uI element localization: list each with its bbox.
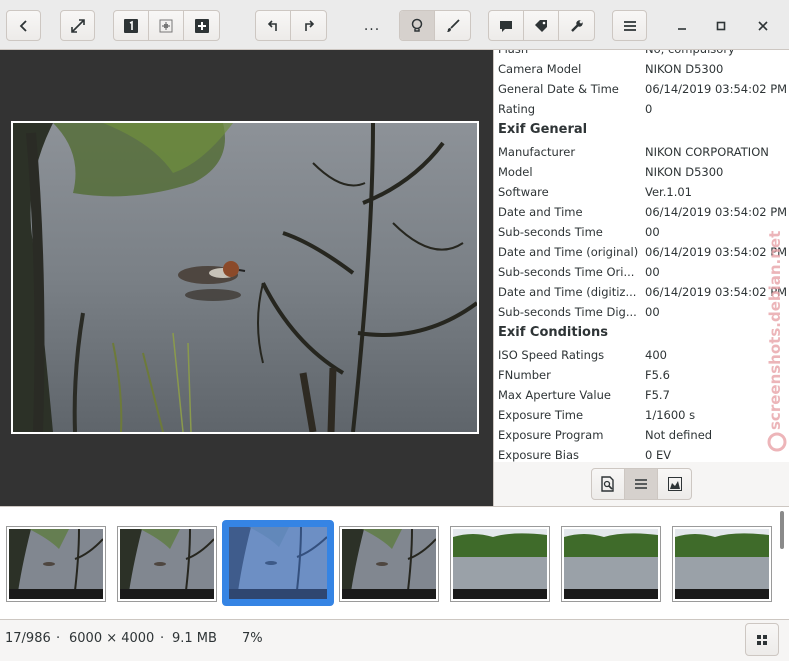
comment-icon	[499, 19, 513, 33]
sidebar-view-group	[591, 468, 692, 500]
menu-button[interactable]	[612, 10, 647, 41]
add-icon	[194, 18, 209, 33]
thumbnail[interactable]	[561, 526, 661, 602]
fullscreen-icon	[70, 18, 86, 34]
back-icon	[17, 19, 31, 33]
document-search-icon	[601, 476, 615, 492]
histogram-view-button[interactable]	[658, 469, 691, 499]
thumbnail[interactable]	[6, 526, 106, 602]
brush-icon	[446, 18, 460, 33]
single-view-button[interactable]	[114, 11, 149, 40]
watermark-logo-icon	[767, 432, 787, 452]
grid-icon	[756, 634, 768, 646]
thumbnail-image	[342, 529, 436, 599]
wrench-button[interactable]	[559, 11, 594, 40]
details-view-button[interactable]	[592, 469, 625, 499]
watermark-text: screenshots.debian.net	[766, 231, 784, 430]
thumbnail[interactable]	[117, 526, 217, 602]
tag-button[interactable]	[524, 11, 559, 40]
image-dimensions: 6000 × 4000	[69, 631, 155, 646]
grid-view-button[interactable]	[745, 623, 779, 656]
file-size: 9.1 MB	[172, 631, 217, 646]
thumbnail-image	[675, 529, 769, 599]
filmstrip-scrollbar[interactable]	[780, 511, 784, 549]
minimize-button[interactable]	[664, 10, 700, 41]
properties-footer	[493, 462, 789, 506]
lightbulb-icon	[410, 18, 424, 34]
status-bar: 17/986 · 6000 × 4000 · 9.1 MB 7%	[0, 620, 789, 661]
list-view-button[interactable]	[625, 469, 658, 499]
tools-group	[488, 10, 595, 41]
thumbnail[interactable]	[339, 526, 439, 602]
lightbulb-button[interactable]	[400, 11, 435, 40]
menu-icon	[623, 20, 637, 32]
back-button[interactable]	[6, 10, 41, 41]
brush-button[interactable]	[435, 11, 470, 40]
more-button[interactable]: ...	[354, 10, 390, 41]
wrench-icon	[570, 19, 584, 33]
thumbnail-image	[453, 529, 547, 599]
compare-button[interactable]	[149, 11, 184, 40]
thumbnail-selected[interactable]	[222, 520, 334, 606]
add-button[interactable]	[184, 11, 219, 40]
maximize-button[interactable]	[703, 10, 739, 41]
separator: ·	[160, 631, 165, 646]
properties-panel[interactable]: FlashNo, compulsory Camera ModelNIKON D5…	[493, 50, 789, 462]
thumbnail-image	[564, 529, 658, 599]
rotate-right-icon	[302, 19, 316, 33]
watermark: screenshots.debian.net	[765, 220, 789, 460]
thumbnail-image	[229, 527, 327, 599]
separator: ·	[56, 631, 61, 646]
thumbnail-image	[9, 529, 103, 599]
edit-group	[399, 10, 471, 41]
rotate-group	[255, 10, 327, 41]
rotate-left-icon	[266, 19, 280, 33]
fullscreen-button[interactable]	[60, 10, 95, 41]
duck-photo-graphic	[13, 123, 477, 432]
rotate-left-button[interactable]	[256, 11, 291, 40]
more-icon: ...	[363, 17, 381, 34]
close-button[interactable]	[745, 10, 781, 41]
section-title-exif-general: Exif General	[498, 122, 588, 137]
tag-icon	[534, 19, 548, 33]
view-mode-group	[113, 10, 220, 41]
minimize-icon	[677, 21, 687, 31]
maximize-icon	[716, 21, 726, 31]
single-view-icon	[124, 18, 138, 33]
thumbnail[interactable]	[450, 526, 550, 602]
main-photo	[11, 121, 479, 434]
comment-button[interactable]	[489, 11, 524, 40]
section-title-exif-conditions: Exif Conditions	[498, 325, 608, 340]
rotate-right-button[interactable]	[291, 11, 326, 40]
compare-icon	[159, 19, 173, 33]
zoom-level: 7%	[242, 631, 263, 646]
filmstrip[interactable]	[0, 506, 789, 620]
list-icon	[634, 478, 648, 490]
thumbnail[interactable]	[672, 526, 772, 602]
histogram-icon	[667, 477, 682, 491]
thumbnail-image	[120, 529, 214, 599]
close-icon	[758, 20, 768, 31]
image-position: 17/986	[5, 631, 51, 646]
header-toolbar: ...	[0, 0, 789, 50]
image-viewer[interactable]	[0, 50, 493, 506]
